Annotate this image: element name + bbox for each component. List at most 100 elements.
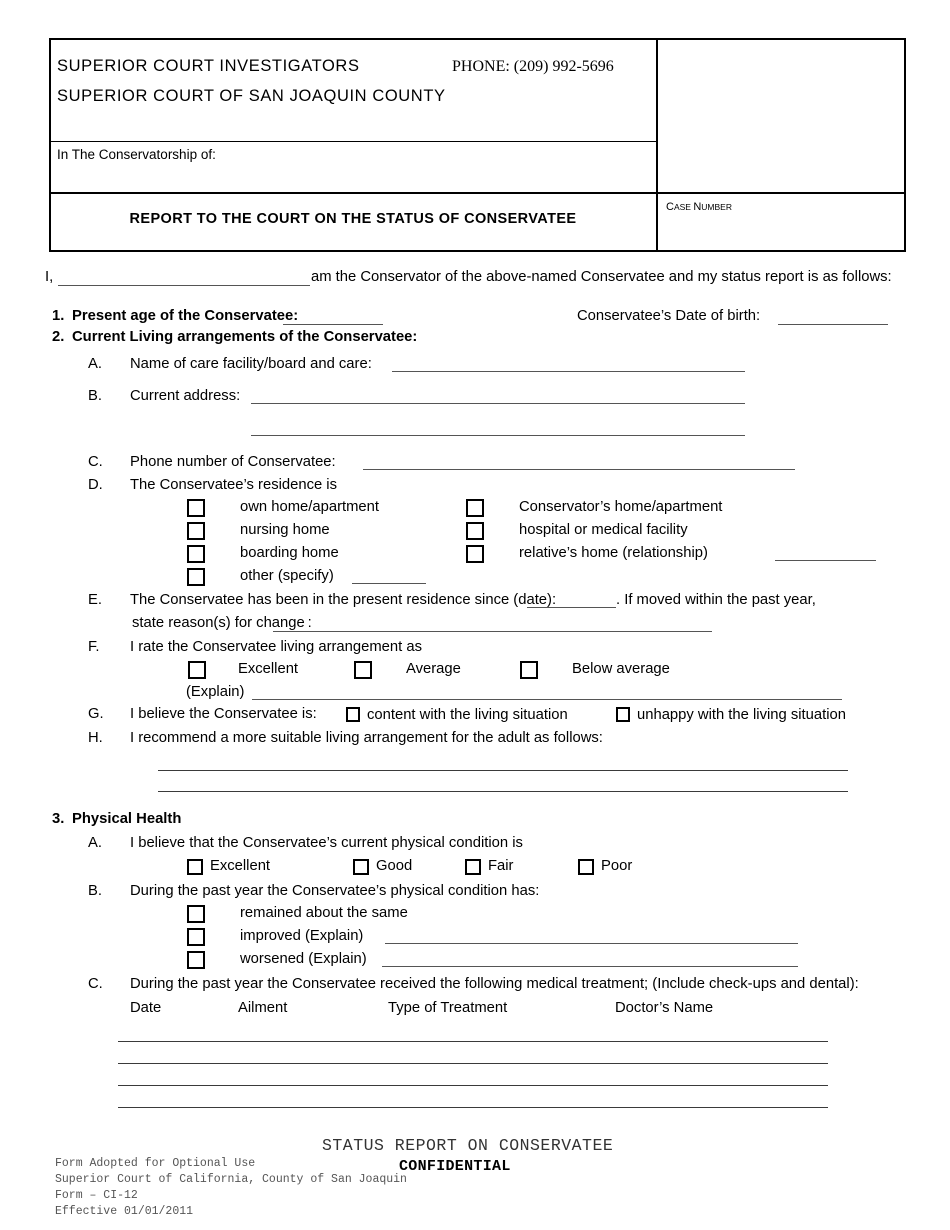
checkbox-boarding-home[interactable]: [187, 545, 205, 563]
date-of-birth-blank[interactable]: [778, 324, 888, 325]
option-relatives-home-label: relative’s home (relationship): [519, 545, 708, 561]
item2-label: Current Living arrangements of the Conse…: [72, 329, 418, 345]
item2b-letter: B.: [88, 388, 102, 404]
checkbox-health-fair[interactable]: [465, 859, 481, 875]
checkbox-rating-excellent[interactable]: [188, 661, 206, 679]
option-remained-same-label: remained about the same: [240, 905, 408, 921]
health-good-label: Good: [376, 858, 413, 874]
item2-number: 2.: [52, 329, 65, 345]
health-excellent-label: Excellent: [210, 858, 271, 874]
checkbox-improved[interactable]: [187, 928, 205, 946]
item3a-label: I believe that the Conservatee’s current…: [130, 835, 523, 851]
item3a-letter: A.: [88, 835, 102, 851]
health-fair-label: Fair: [488, 858, 514, 874]
item3b-letter: B.: [88, 883, 102, 899]
column-header-ailment: Ailment: [238, 1000, 288, 1016]
caption-divider-2: [51, 192, 904, 194]
item2g-label: I believe the Conservatee is:: [130, 706, 317, 722]
court-investigators-label: SUPERIOR COURT INVESTIGATORS: [57, 57, 360, 75]
reason-for-change-blank[interactable]: [273, 631, 712, 632]
checkbox-health-good[interactable]: [353, 859, 369, 875]
footer-line-3: Form – CI-12: [55, 1189, 138, 1202]
court-name-label: SUPERIOR COURT OF SAN JOAQUIN COUNTY: [57, 87, 446, 105]
rating-excellent-label: Excellent: [238, 661, 299, 677]
health-poor-label: Poor: [601, 858, 633, 874]
caption-divider-1: [51, 141, 656, 142]
recommend-blank-1[interactable]: [158, 770, 848, 771]
conservator-name-blank[interactable]: [58, 285, 310, 286]
rating-average-label: Average: [406, 661, 461, 677]
item3c-letter: C.: [88, 976, 103, 992]
option-nursing-home-label: nursing home: [240, 522, 330, 538]
treatment-blank-2[interactable]: [118, 1063, 828, 1064]
footer-line-4: Effective 01/01/2011: [55, 1205, 194, 1218]
improved-explain-blank[interactable]: [385, 943, 798, 944]
checkbox-content[interactable]: [346, 707, 360, 722]
case-number-label: CASE NUMBER: [666, 201, 732, 213]
option-other-residence-label: other (specify): [240, 568, 334, 584]
residence-since-date-blank[interactable]: [527, 607, 616, 608]
in-the-conservatorship-of-label: In The Conservatorship of:: [57, 147, 216, 162]
footer-title: STATUS REPORT ON CONSERVATEE: [322, 1136, 614, 1155]
treatment-blank-4[interactable]: [118, 1107, 828, 1108]
checkbox-relatives-home[interactable]: [466, 545, 484, 563]
checkbox-own-home[interactable]: [187, 499, 205, 517]
column-header-date: Date: [130, 1000, 162, 1016]
rating-explain-blank[interactable]: [252, 699, 842, 700]
item3b-label: During the past year the Conservatee’s p…: [130, 883, 540, 899]
item2e-line1a: The Conservatee has been in the present …: [130, 592, 557, 608]
checkbox-remained-same[interactable]: [187, 905, 205, 923]
phone-label: PHONE: (209) 992-5696: [452, 58, 614, 75]
treatment-blank-3[interactable]: [118, 1085, 828, 1086]
caption-vertical-divider: [656, 40, 658, 250]
item2d-label: The Conservatee’s residence is: [130, 477, 337, 493]
item2b-label: Current address:: [130, 388, 241, 404]
form-page: SUPERIOR COURT INVESTIGATORS PHONE: (209…: [0, 0, 950, 1230]
current-address-blank-1[interactable]: [251, 403, 745, 404]
checkbox-nursing-home[interactable]: [187, 522, 205, 540]
option-unhappy-label: unhappy with the living situation: [637, 707, 846, 723]
current-address-blank-2[interactable]: [251, 435, 745, 436]
option-conservator-home-label: Conservator’s home/apartment: [519, 499, 723, 515]
relationship-blank[interactable]: [775, 560, 876, 561]
item2h-letter: H.: [88, 730, 103, 746]
checkbox-rating-average[interactable]: [354, 661, 372, 679]
item2a-letter: A.: [88, 356, 102, 372]
item2h-label: I recommend a more suitable living arran…: [130, 730, 603, 746]
checkbox-other-residence[interactable]: [187, 568, 205, 586]
rating-below-average-label: Below average: [572, 661, 670, 677]
footer-line-2: Superior Court of California, County of …: [55, 1173, 407, 1186]
present-age-blank[interactable]: [283, 324, 383, 325]
item2e-letter: E.: [88, 592, 102, 608]
care-facility-blank[interactable]: [392, 371, 745, 372]
conservatee-phone-blank[interactable]: [363, 469, 795, 470]
option-improved-label: improved (Explain): [240, 928, 364, 944]
rating-explain-label: (Explain): [186, 684, 245, 700]
intro-prefix: I,: [45, 269, 54, 285]
checkbox-worsened[interactable]: [187, 951, 205, 969]
checkbox-rating-below-average[interactable]: [520, 661, 538, 679]
option-boarding-home-label: boarding home: [240, 545, 339, 561]
other-residence-blank[interactable]: [352, 583, 426, 584]
footer-line-1: Form Adopted for Optional Use: [55, 1157, 256, 1170]
checkbox-unhappy[interactable]: [616, 707, 630, 722]
worsened-explain-blank[interactable]: [382, 966, 798, 967]
checkbox-health-excellent[interactable]: [187, 859, 203, 875]
item1-label: Present age of the Conservatee:: [72, 308, 299, 324]
report-title: REPORT TO THE COURT ON THE STATUS OF CON…: [129, 211, 577, 227]
column-header-treatment: Type of Treatment: [388, 1000, 508, 1016]
item2f-letter: F.: [88, 639, 100, 655]
checkbox-health-poor[interactable]: [578, 859, 594, 875]
checkbox-conservator-home[interactable]: [466, 499, 484, 517]
item3-label: Physical Health: [72, 811, 182, 827]
item3-number: 3.: [52, 811, 65, 827]
option-own-home-label: own home/apartment: [240, 499, 380, 515]
checkbox-hospital[interactable]: [466, 522, 484, 540]
option-worsened-label: worsened (Explain): [240, 951, 367, 967]
recommend-blank-2[interactable]: [158, 791, 848, 792]
item2a-label: Name of care facility/board and care:: [130, 356, 372, 372]
item1-number: 1.: [52, 308, 65, 324]
treatment-blank-1[interactable]: [118, 1041, 828, 1042]
option-hospital-label: hospital or medical facility: [519, 522, 688, 538]
option-content-label: content with the living situation: [367, 707, 568, 723]
